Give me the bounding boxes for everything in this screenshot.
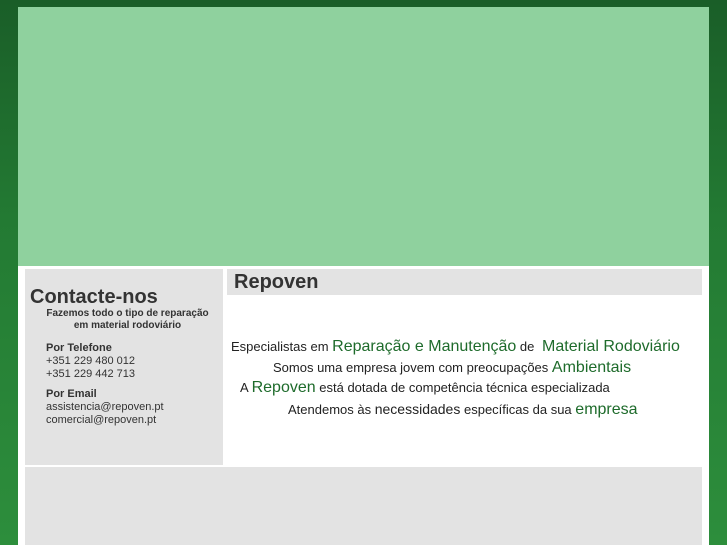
contact-tagline: Fazemos todo o tipo de reparação em mate… <box>35 308 220 332</box>
email-address-2[interactable]: comercial@repoven.pt <box>46 414 156 427</box>
line3-text-b: está dotada de competência técnica espec… <box>319 380 610 395</box>
line1-highlight-b: Material Rodoviário <box>542 338 680 355</box>
tagline-line-1: Fazemos todo o tipo de reparação <box>46 308 209 319</box>
contact-sidebar: Contacte-nos Fazemos todo o tipo de repa… <box>25 269 223 465</box>
main-header: Repoven <box>227 269 702 295</box>
footer-panel <box>25 467 702 545</box>
phone-label: Por Telefone <box>46 342 112 354</box>
email-label: Por Email <box>46 388 97 400</box>
line3-text-a: A <box>240 380 248 395</box>
description-line-3: A Repoven está dotada de competência téc… <box>240 378 610 398</box>
description-line-1: Especialistas em Reparação e Manutenção … <box>231 337 680 357</box>
email-address-1[interactable]: assistencia@repoven.pt <box>46 401 164 414</box>
description-line-4: Atendemos às necessidades específicas da… <box>288 399 638 420</box>
header-banner <box>18 7 709 266</box>
line4-text-a: Atendemos às <box>288 402 372 417</box>
line1-text-b: de <box>519 339 535 354</box>
tagline-line-2: em material rodoviário <box>73 320 182 331</box>
line2-text: Somos uma empresa jovem com preocupações <box>273 360 549 375</box>
line1-highlight-a: Reparação e Manutenção <box>332 338 517 355</box>
line3-highlight: Repoven <box>251 379 316 396</box>
description-line-2: Somos uma empresa jovem com preocupações… <box>273 358 631 378</box>
line2-highlight: Ambientais <box>551 359 632 376</box>
contact-title: Contacte-nos <box>30 286 158 308</box>
company-title: Repoven <box>234 271 319 293</box>
content-area: Contacte-nos Fazemos todo o tipo de repa… <box>18 266 709 545</box>
line4-text-b: específicas da sua <box>463 402 572 417</box>
line4-highlight: empresa <box>575 401 638 418</box>
line4-emphasis: necessidades <box>374 401 461 417</box>
phone-number-2: +351 229 442 713 <box>46 368 136 380</box>
line1-text-a: Especialistas em <box>231 339 329 354</box>
phone-number-1: +351 229 480 012 <box>46 355 136 367</box>
